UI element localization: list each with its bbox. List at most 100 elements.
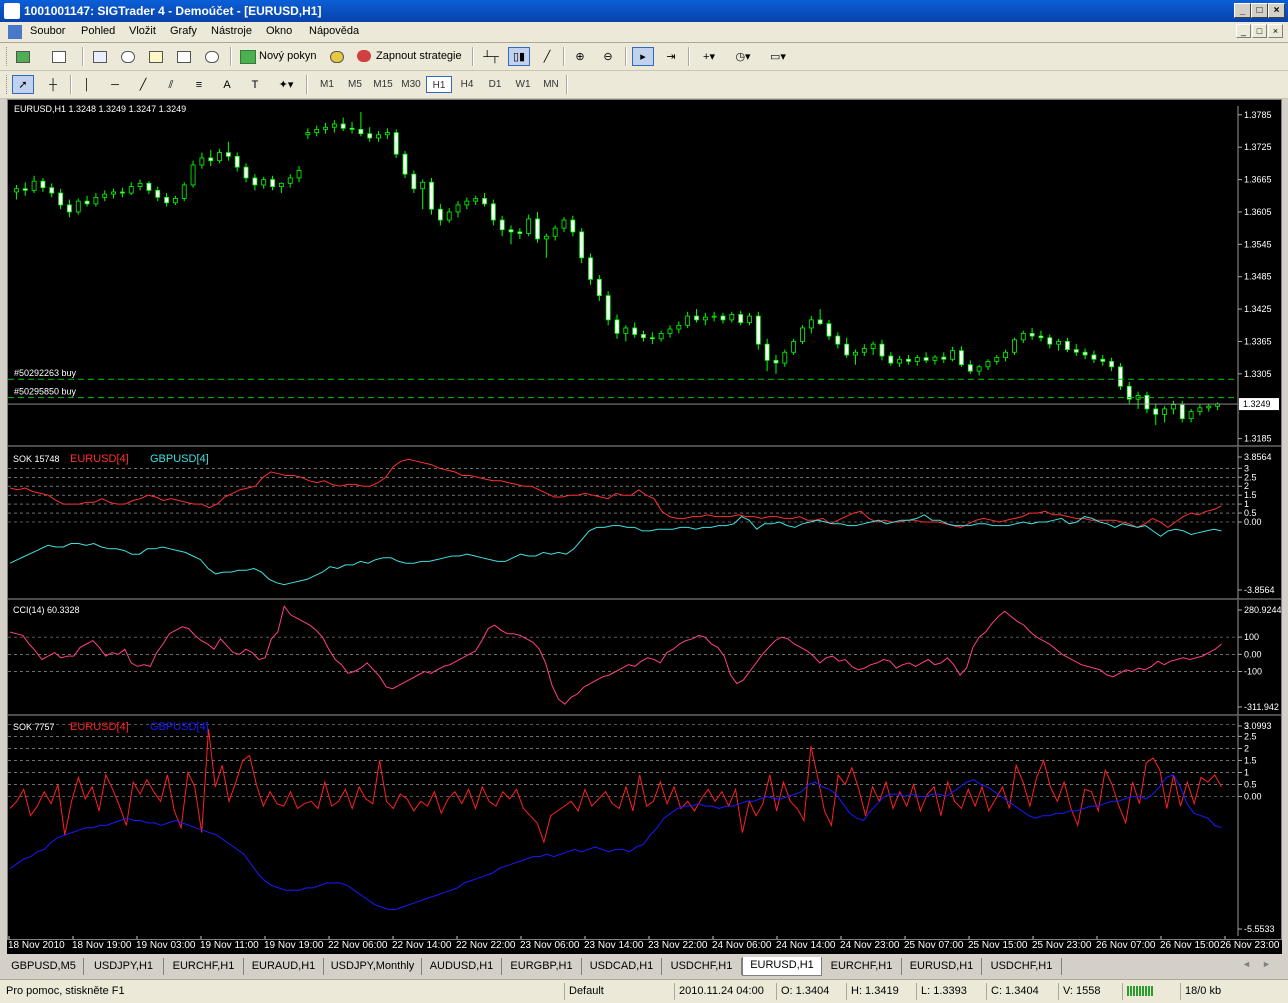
zoom-out-icon[interactable]: ⊖ [597, 47, 619, 66]
mdi-close-button[interactable]: × [1268, 24, 1283, 38]
trendline-icon[interactable]: ╱ [132, 75, 154, 94]
chart-tab[interactable]: USDCAD,H1 [582, 958, 662, 975]
toolbar-separator [625, 47, 627, 66]
tab-scroll-right-icon[interactable]: ► [1262, 959, 1271, 969]
chart-tab[interactable]: USDJPY,H1 [84, 958, 164, 975]
arrows-tool-icon[interactable]: ✦▾ [272, 75, 300, 94]
new-order-button[interactable]: Nový pokyn [237, 47, 321, 66]
line-chart-icon[interactable]: ╱ [536, 47, 558, 66]
chart-shift-icon[interactable]: ⇥ [660, 47, 682, 66]
sok2-tick-label: 0.5 [1244, 779, 1257, 789]
connection-status-icon[interactable] [1122, 983, 1178, 1000]
new-chart-icon[interactable] [12, 47, 34, 66]
menu-tools[interactable]: Nástroje [211, 25, 252, 37]
tab-scroll-left-icon[interactable]: ◄ [1242, 959, 1251, 969]
candle-body [1029, 332, 1035, 337]
chart-tab[interactable]: USDJPY,Monthly [324, 958, 422, 975]
candle-body [40, 180, 46, 189]
chart-tab[interactable]: USDCHF,H1 [982, 958, 1062, 975]
time-axis-label: 25 Nov 07:00 [904, 940, 964, 951]
price-chart[interactable]: #50292263 buy #50295850 buy 1.3785 1.3725 1.… [8, 106, 1281, 447]
close-button[interactable]: × [1268, 3, 1285, 18]
time-axis-strip: 18 Nov 2010 18 Nov 19:00 19 Nov 03:00 19… [7, 940, 1282, 954]
fibonacci-icon[interactable]: ≡ [188, 75, 210, 94]
chart-tab-active[interactable]: EURUSD,H1 [742, 957, 822, 976]
sok1-subwindow[interactable]: 3.856432.521.510.50.00-3.8564 [8, 447, 1281, 600]
candle-body [994, 357, 1000, 362]
candle-body [349, 127, 355, 130]
chart-tab[interactable]: EURGBP,H1 [502, 958, 582, 975]
price-tick-label: 1.3665 [1244, 175, 1272, 185]
chart-tab[interactable]: USDCHF,H1 [662, 958, 742, 975]
navigator-icon[interactable] [145, 47, 167, 66]
mdi-doc-icon[interactable] [8, 25, 22, 39]
candle-body [694, 315, 699, 321]
bar-chart-icon[interactable]: ┴┬ [480, 47, 502, 66]
periods-clock-icon[interactable]: ◷▾ [729, 47, 757, 66]
mdi-minimize-button[interactable]: _ [1236, 24, 1251, 38]
candle-body [614, 319, 620, 334]
text-tool-icon[interactable]: A [216, 75, 238, 94]
auto-scroll-icon[interactable]: ▸ [632, 47, 654, 66]
menu-window[interactable]: Okno [266, 25, 292, 37]
timeframe-w1[interactable]: W1 [510, 76, 536, 93]
status-open: O: 1.3404 [776, 983, 844, 1000]
chart-tab[interactable]: EURCHF,H1 [822, 958, 902, 975]
menu-file[interactable]: Soubor [30, 25, 65, 37]
zoom-in-icon[interactable]: ⊕ [569, 47, 591, 66]
candle-body [358, 128, 364, 135]
candle-body [217, 152, 222, 162]
crosshair-icon[interactable]: ┼ [42, 75, 64, 94]
minimize-button[interactable]: _ [1234, 3, 1251, 18]
chart-window[interactable]: #50292263 buy #50295850 buy 1.3785 1.3725 1.… [7, 99, 1282, 940]
maximize-button[interactable]: □ [1251, 3, 1268, 18]
timeframe-h4[interactable]: H4 [454, 76, 480, 93]
price-tick-label: 1.3365 [1244, 336, 1272, 346]
candle-body [278, 182, 284, 187]
text-label-icon[interactable]: T [244, 75, 266, 94]
time-axis-label: 25 Nov 15:00 [968, 940, 1028, 951]
chart-tab[interactable]: EURAUD,H1 [244, 958, 324, 975]
data-window-icon[interactable] [117, 47, 139, 66]
chart-tab[interactable]: EURUSD,H1 [902, 958, 982, 975]
profiles-icon[interactable] [48, 47, 70, 66]
candle-body [296, 169, 302, 179]
templates-icon[interactable]: ▭▾ [764, 47, 792, 66]
mdi-restore-button[interactable]: □ [1252, 24, 1267, 38]
timeframe-m30[interactable]: M30 [398, 76, 424, 93]
candle-body [243, 166, 249, 179]
timeframe-m5[interactable]: M5 [342, 76, 368, 93]
chart-tab[interactable]: GBPUSD,M5 [4, 958, 84, 975]
cci-subwindow[interactable]: 280.9244 100 0.00 -100 -311.942 [8, 600, 1281, 716]
strategy-toggle-button[interactable]: Zapnout strategie [354, 47, 466, 66]
cursor-arrow-icon[interactable]: ➚ [12, 75, 34, 94]
metaeditor-icon[interactable] [326, 47, 348, 66]
menu-insert[interactable]: Vložit [129, 25, 156, 37]
indicators-icon[interactable]: +▾ [695, 47, 723, 66]
candle-body [861, 348, 867, 353]
market-watch-icon[interactable] [89, 47, 111, 66]
candle-body [676, 324, 682, 330]
timeframe-m1[interactable]: M1 [314, 76, 340, 93]
candlestick-chart-icon[interactable]: ▯▮ [508, 47, 530, 66]
chart-tab[interactable]: EURCHF,H1 [164, 958, 244, 975]
candle-body [1020, 332, 1026, 341]
terminal-icon[interactable] [173, 47, 195, 66]
timeframe-m15[interactable]: M15 [370, 76, 396, 93]
menu-view[interactable]: Pohled [81, 25, 115, 37]
equidistant-channel-icon[interactable]: ⫽ [160, 75, 182, 94]
candle-body [950, 350, 956, 360]
sok2-subwindow[interactable]: 3.099332.521.510.50.00-5.5533 [8, 716, 1275, 936]
candle-body [146, 182, 152, 191]
menu-help[interactable]: Nápověda [309, 25, 359, 37]
menu-charts[interactable]: Grafy [170, 25, 197, 37]
vertical-line-icon[interactable]: │ [76, 75, 98, 94]
status-profile[interactable]: Default [564, 983, 672, 1000]
chart-canvas[interactable]: #50292263 buy #50295850 buy 1.3785 1.3725 1.… [8, 100, 1281, 939]
timeframe-mn[interactable]: MN [538, 76, 564, 93]
horizontal-line-icon[interactable]: ─ [104, 75, 126, 94]
tester-icon[interactable] [201, 47, 223, 66]
timeframe-h1[interactable]: H1 [426, 76, 452, 93]
chart-tab[interactable]: AUDUSD,H1 [422, 958, 502, 975]
timeframe-d1[interactable]: D1 [482, 76, 508, 93]
